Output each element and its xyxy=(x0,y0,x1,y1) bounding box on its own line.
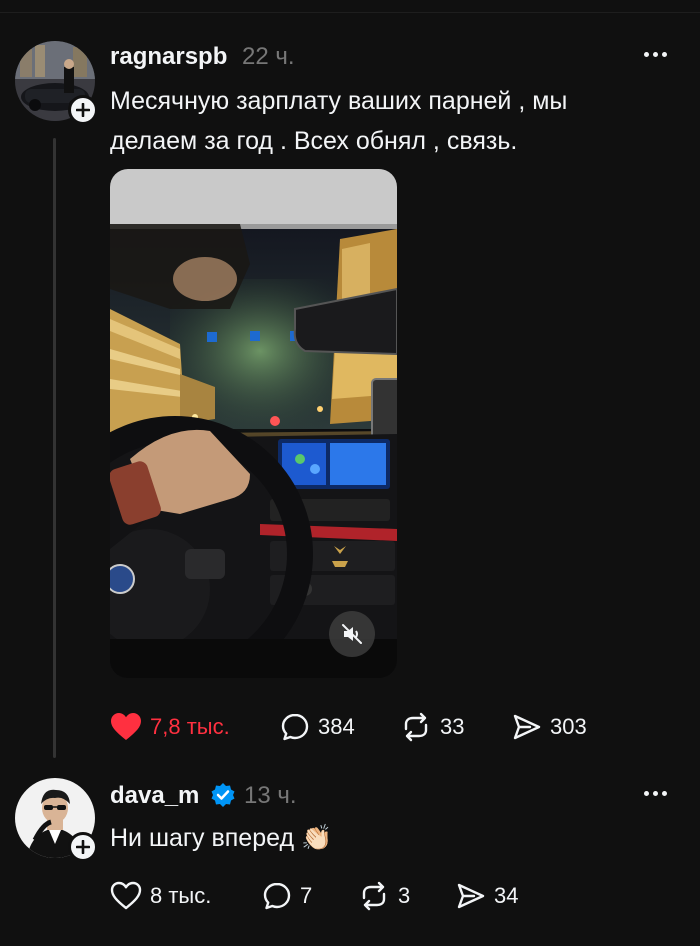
repost-count: 3 xyxy=(398,883,411,908)
comment-icon xyxy=(281,713,309,741)
follow-plus-button[interactable] xyxy=(68,832,98,862)
repost-button[interactable]: 33 xyxy=(400,712,464,742)
heart-icon xyxy=(110,881,142,910)
plus-icon xyxy=(76,103,90,117)
share-count: 34 xyxy=(494,883,519,908)
repost-button[interactable]: 3 xyxy=(358,881,410,911)
post-text-body: Ни шагу вперед xyxy=(110,824,295,852)
more-icon[interactable] xyxy=(644,791,667,796)
comment-count: 7 xyxy=(300,883,313,908)
comment-button[interactable]: 384 xyxy=(280,712,355,742)
post-text-line-2: делаем за год . Всех обнял , связь. xyxy=(110,127,518,155)
video-frame xyxy=(110,169,397,678)
post-ragnarspb: ragnarspb 22 ч. Месячную зарплату ваших … xyxy=(0,0,700,760)
like-count: 8 тыс. xyxy=(150,883,212,908)
follow-plus-button[interactable] xyxy=(68,95,98,125)
post-time: 22 ч. xyxy=(242,43,295,70)
post-text-line-1: Месячную зарплату ваших парней , мы xyxy=(110,87,568,115)
repost-icon xyxy=(362,881,386,911)
mute-button[interactable] xyxy=(329,611,375,657)
username[interactable]: ragnarspb xyxy=(110,43,227,71)
like-count: 7,8 тыс. xyxy=(150,714,230,739)
thread-line xyxy=(53,138,56,758)
share-icon xyxy=(457,883,485,909)
comment-count: 384 xyxy=(318,714,355,739)
repost-icon xyxy=(404,712,428,742)
like-button[interactable]: 8 тыс. xyxy=(110,881,211,911)
like-button[interactable]: 7,8 тыс. xyxy=(110,712,230,742)
share-icon xyxy=(513,714,541,740)
clap-emoji: 👏🏻 xyxy=(301,824,333,852)
post-dava_m: dava_m 13 ч. Ни шагу вперед 👏🏻 8 тыс. 7 … xyxy=(0,760,700,946)
share-button[interactable]: 34 xyxy=(456,881,518,911)
mute-icon xyxy=(342,624,362,644)
comment-button[interactable]: 7 xyxy=(262,881,312,911)
repost-count: 33 xyxy=(440,714,465,739)
verified-badge xyxy=(210,782,236,808)
username[interactable]: dava_m xyxy=(110,782,199,810)
plus-icon xyxy=(76,840,90,854)
more-icon[interactable] xyxy=(644,52,667,57)
share-count: 303 xyxy=(550,714,587,739)
share-button[interactable]: 303 xyxy=(512,712,587,742)
post-text: Ни шагу вперед 👏🏻 xyxy=(110,819,332,857)
post-time: 13 ч. xyxy=(244,782,297,809)
heart-icon xyxy=(111,713,141,740)
post-video[interactable] xyxy=(110,169,397,678)
verified-icon xyxy=(211,783,235,807)
comment-icon xyxy=(263,882,291,910)
